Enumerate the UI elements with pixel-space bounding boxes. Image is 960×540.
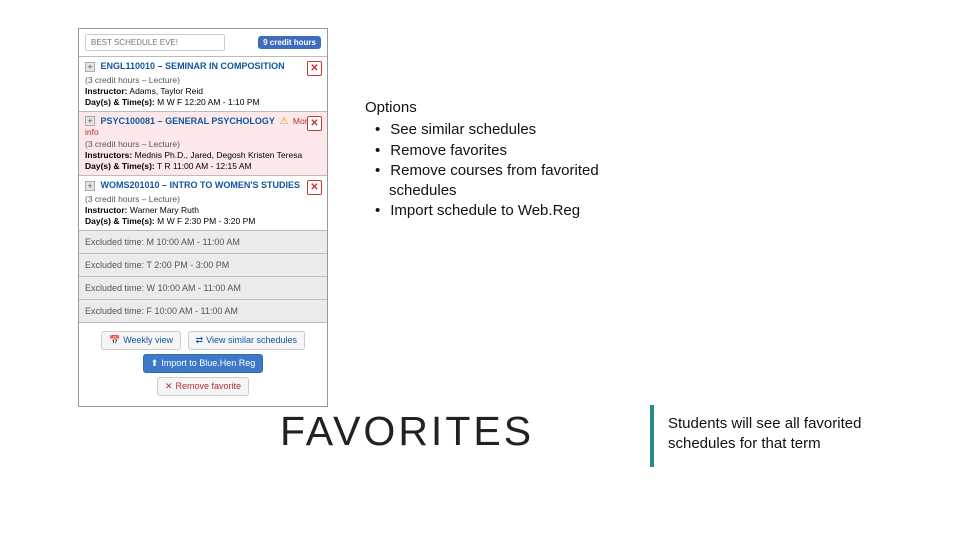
excluded-row: Excluded time: M 10:00 AM - 11:00 AM: [79, 231, 327, 254]
expand-icon[interactable]: +: [85, 116, 95, 126]
schedule-name-input[interactable]: [85, 34, 225, 51]
days-value: M W F 2:30 PM - 3:20 PM: [157, 216, 255, 226]
course-title-link[interactable]: PSYC100081 – GENERAL PSYCHOLOGY: [101, 116, 275, 126]
options-heading: Options: [365, 98, 605, 118]
slide-title: FAVORITES: [280, 408, 534, 455]
remove-course-button[interactable]: ✕: [307, 180, 322, 195]
course-title-link[interactable]: WOMS201010 – INTRO TO WOMEN'S STUDIES: [101, 180, 301, 190]
caption-text: Students will see all favorited schedule…: [668, 414, 928, 455]
course-subtext: (3 credit hours – Lecture): [85, 194, 321, 204]
instructor-label: Instructors:: [85, 150, 132, 160]
days-label: Day(s) & Time(s):: [85, 161, 155, 171]
days-line: Day(s) & Time(s): M W F 12:20 AM - 1:10 …: [85, 97, 321, 107]
expand-icon[interactable]: +: [85, 62, 95, 72]
instructor-value: Mednis Ph.D., Jared, Degosh Kristen Tere…: [135, 150, 303, 160]
days-label: Day(s) & Time(s):: [85, 216, 155, 226]
calendar-icon: 📅: [109, 335, 120, 345]
import-button[interactable]: ⬆Import to Blue.Hen Reg: [143, 354, 264, 373]
instructor-value: Adams, Taylor Reid: [129, 86, 203, 96]
instructor-value: Warner Mary Ruth: [130, 205, 199, 215]
close-icon: ✕: [165, 381, 173, 391]
days-label: Day(s) & Time(s):: [85, 97, 155, 107]
course-card: ✕ + ENGL110010 – SEMINAR IN COMPOSITION …: [79, 57, 327, 112]
instructor-label: Instructor:: [85, 205, 128, 215]
accent-divider: [650, 405, 654, 467]
days-line: Day(s) & Time(s): T R 11:00 AM - 12:15 A…: [85, 161, 321, 171]
days-value: M W F 12:20 AM - 1:10 PM: [157, 97, 260, 107]
expand-icon[interactable]: +: [85, 181, 95, 191]
remove-favorite-label: Remove favorite: [176, 381, 242, 391]
weekly-view-button[interactable]: 📅Weekly view: [101, 331, 181, 350]
options-list: See similar schedules Remove favorites R…: [365, 120, 605, 221]
course-subtext: (3 credit hours – Lecture): [85, 75, 321, 85]
weekly-view-label: Weekly view: [123, 335, 173, 345]
options-block: Options See similar schedules Remove fav…: [365, 98, 605, 222]
view-similar-button[interactable]: ⇄View similar schedules: [188, 331, 305, 350]
options-item: Import schedule to Web.Reg: [389, 201, 605, 221]
view-similar-label: View similar schedules: [206, 335, 297, 345]
course-card: ✕ + PSYC100081 – GENERAL PSYCHOLOGY ⚠ Mo…: [79, 112, 327, 177]
course-title-link[interactable]: ENGL110010 – SEMINAR IN COMPOSITION: [101, 61, 285, 71]
instructor-line: Instructor: Warner Mary Ruth: [85, 205, 321, 215]
instructor-label: Instructor:: [85, 86, 128, 96]
remove-course-button[interactable]: ✕: [307, 116, 322, 131]
excluded-row: Excluded time: T 2:00 PM - 3:00 PM: [79, 254, 327, 277]
days-line: Day(s) & Time(s): M W F 2:30 PM - 3:20 P…: [85, 216, 321, 226]
remove-course-button[interactable]: ✕: [307, 61, 322, 76]
options-item: Remove courses from favorited schedules: [389, 161, 605, 202]
options-item: Remove favorites: [389, 141, 605, 161]
panel-footer: 📅Weekly view ⇄View similar schedules ⬆Im…: [79, 323, 327, 406]
panel-header: 9 credit hours: [79, 29, 327, 57]
remove-favorite-button[interactable]: ✕Remove favorite: [157, 377, 249, 396]
course-subtext: (3 credit hours – Lecture): [85, 139, 321, 149]
upload-icon: ⬆: [151, 358, 159, 368]
course-card: ✕ + WOMS201010 – INTRO TO WOMEN'S STUDIE…: [79, 176, 327, 231]
instructor-line: Instructor: Adams, Taylor Reid: [85, 86, 321, 96]
schedule-panel: 9 credit hours ✕ + ENGL110010 – SEMINAR …: [78, 28, 328, 407]
instructor-line: Instructors: Mednis Ph.D., Jared, Degosh…: [85, 150, 321, 160]
options-item: See similar schedules: [389, 120, 605, 140]
excluded-row: Excluded time: F 10:00 AM - 11:00 AM: [79, 300, 327, 323]
warning-icon: ⚠: [279, 116, 288, 127]
credit-hours-badge: 9 credit hours: [258, 36, 321, 49]
days-value: T R 11:00 AM - 12:15 AM: [157, 161, 252, 171]
refresh-icon: ⇄: [196, 335, 204, 345]
excluded-row: Excluded time: W 10:00 AM - 11:00 AM: [79, 277, 327, 300]
import-label: Import to Blue.Hen Reg: [161, 358, 255, 368]
